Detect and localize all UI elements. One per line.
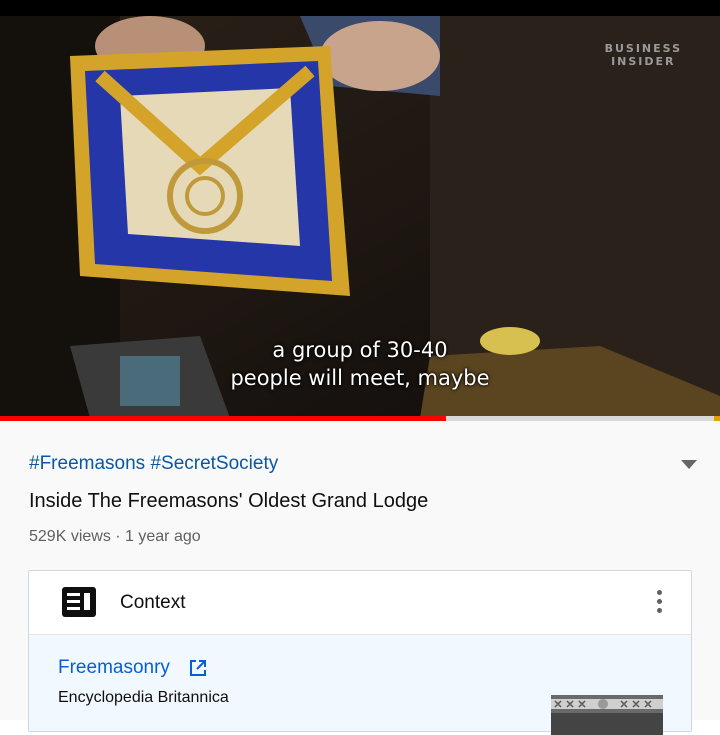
context-source: Encyclopedia Britannica: [58, 689, 229, 706]
video-title: Inside The Freemasons' Oldest Grand Lodg…: [29, 490, 429, 512]
hashtags: #Freemasons #SecretSociety: [29, 453, 278, 475]
video-meta: 529K views · 1 year ago: [29, 528, 201, 545]
status-bar: [0, 0, 720, 16]
context-card-body[interactable]: Freemasonry Encyclopedia Britannica: [29, 635, 691, 735]
context-card-header: Context: [29, 571, 691, 635]
external-link-icon: [190, 660, 206, 676]
watermark-line-1: BUSINESS: [604, 42, 682, 55]
context-label: Context: [120, 592, 186, 613]
context-link[interactable]: Freemasonry: [58, 657, 170, 679]
caption-line-1: a group of 30-40: [272, 338, 448, 362]
hashtag-secret-society[interactable]: #SecretSociety: [150, 453, 278, 474]
hashtag-freemasons[interactable]: #Freemasons: [29, 453, 145, 474]
video-details: #Freemasons #SecretSociety Inside The Fr…: [0, 421, 720, 735]
more-options-icon[interactable]: [653, 590, 665, 618]
video-caption: a group of 30-40 people will meet, maybe: [0, 336, 720, 392]
video-player[interactable]: BUSINESS INSIDER a group of 30-40 people…: [0, 16, 720, 418]
article-icon: [62, 587, 96, 617]
caption-line-2: people will meet, maybe: [230, 366, 490, 390]
context-thumbnail: [551, 695, 663, 735]
context-card: Context Freemasonry Encyclopedia Britann…: [28, 570, 692, 735]
watermark-line-2: INSIDER: [611, 55, 676, 68]
expand-description-icon[interactable]: [681, 460, 697, 469]
channel-watermark: BUSINESS INSIDER: [605, 42, 682, 68]
